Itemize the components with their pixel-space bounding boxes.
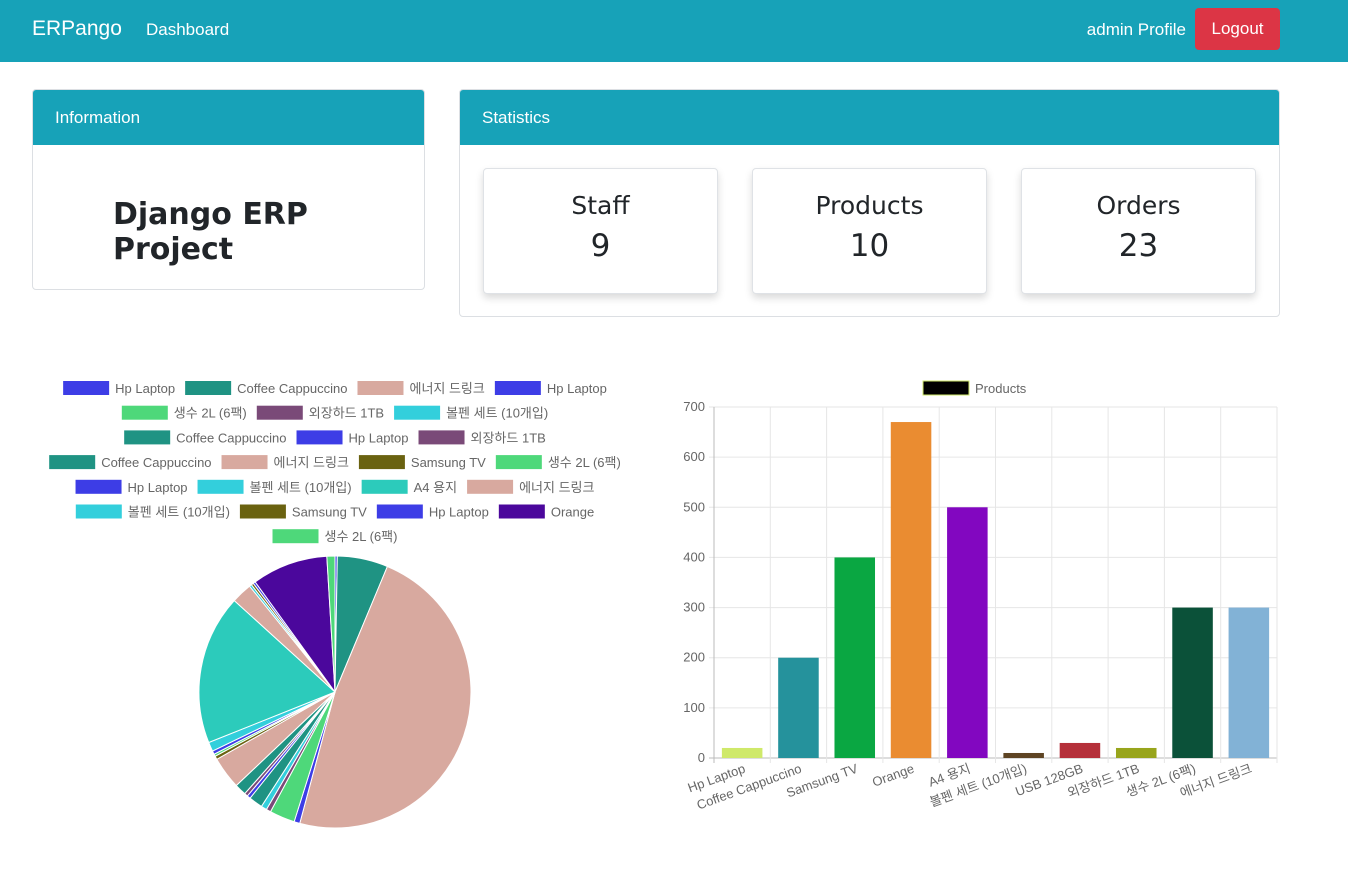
pie-legend-swatch[interactable] — [197, 479, 244, 494]
pie-legend-label: 볼펜 세트 (10개입) — [446, 406, 548, 421]
bar-y-tick-label: 300 — [683, 600, 705, 615]
statistics-card-header: Statistics — [460, 90, 1279, 145]
stat-products-value: 10 — [849, 228, 890, 264]
bar-y-ticks: 0 100 200 300 400 500 600 700 — [683, 399, 705, 765]
pie-legend-swatch[interactable] — [49, 455, 96, 470]
bar[interactable] — [1172, 607, 1213, 758]
pie-legend-swatch[interactable] — [498, 504, 545, 519]
pie-legend-swatch[interactable] — [63, 381, 110, 395]
information-card: Information Django ERP Project — [32, 89, 425, 290]
pie-legend-label: A4 용지 — [414, 480, 457, 495]
bar-x-tick-label: Orange — [870, 761, 916, 790]
pie-legend-swatch[interactable] — [296, 430, 343, 445]
stat-orders-value: 23 — [1118, 228, 1159, 264]
stat-orders: Orders 23 — [1021, 168, 1256, 294]
stat-products-label: Products — [815, 191, 924, 220]
pie-legend-label: Samsung TV — [411, 455, 486, 470]
bar[interactable] — [1059, 742, 1101, 758]
profile-link[interactable]: admin Profile — [1087, 20, 1186, 40]
bar[interactable] — [890, 422, 932, 758]
nav-dashboard-link[interactable]: Dashboard — [146, 20, 229, 40]
pie-legend-label: Hp Laptop — [128, 480, 188, 495]
pie-legend-swatch[interactable] — [494, 381, 541, 395]
pie-legend-swatch[interactable] — [418, 430, 465, 445]
pie-legend-label: 생수 2L (6팩) — [325, 529, 398, 544]
pie-legend-swatch[interactable] — [394, 405, 441, 420]
pie-legend-label: 에너지 드링크 — [274, 455, 349, 470]
brand-logo[interactable]: ERPango — [32, 17, 122, 41]
statistics-card: Statistics Staff 9 Products 10 Orders 23 — [459, 89, 1280, 317]
pie-legend-swatch[interactable] — [256, 405, 303, 420]
bar-y-tick-label: 600 — [683, 449, 705, 464]
pie-legend-swatch[interactable] — [221, 455, 268, 470]
pie-legend-label: 외장하드 1TB — [471, 430, 546, 445]
pie-legend-label: 볼펜 세트 (10개입) — [250, 480, 352, 495]
orders-pie-chart: Hp Laptop Coffee Cappuccino 에너지 드링크 Hp Lapt… — [49, 381, 621, 829]
stat-orders-label: Orders — [1096, 191, 1181, 220]
pie-legend-label: 생수 2L (6팩) — [174, 406, 247, 421]
pie-legend-swatch[interactable] — [185, 381, 232, 395]
project-title: Django ERP Project — [113, 197, 308, 267]
bar[interactable] — [834, 557, 876, 758]
pie-legend-swatch[interactable] — [272, 529, 319, 544]
logout-button[interactable]: Logout — [1195, 8, 1280, 50]
bar-y-tick-label: 100 — [683, 700, 705, 715]
pie-slices — [198, 555, 472, 829]
pie-legend-label: Hp Laptop — [349, 430, 409, 445]
pie-legend-swatch[interactable] — [239, 504, 286, 519]
pie-legend-label: Coffee Cappuccino — [176, 430, 286, 445]
pie-legend-label: 외장하드 1TB — [309, 406, 384, 421]
bar[interactable] — [1115, 747, 1157, 758]
bar[interactable] — [1003, 752, 1044, 758]
legend-swatch-products — [922, 380, 970, 396]
pie-legend: Hp Laptop Coffee Cappuccino 에너지 드링크 Hp Lapt… — [49, 381, 621, 544]
pie-legend-label: Coffee Cappuccino — [237, 381, 347, 396]
legend-label-products: Products — [975, 381, 1027, 396]
pie-legend-label: Hp Laptop — [429, 505, 489, 520]
pie-legend-swatch[interactable] — [357, 381, 404, 395]
stat-staff-label: Staff — [571, 191, 630, 220]
bar[interactable] — [778, 657, 819, 758]
pie-legend-label: Hp Laptop — [115, 381, 175, 396]
pie-legend-label: 볼펜 세트 (10개입) — [128, 505, 230, 520]
bar-y-tick-label: 700 — [683, 399, 705, 414]
bar-y-tick-label: 200 — [683, 650, 705, 665]
pie-legend-swatch[interactable] — [75, 504, 122, 519]
pie-legend-swatch[interactable] — [121, 405, 168, 420]
navbar: ERPango Dashboard admin Profile Logout — [0, 0, 1348, 62]
pie-legend-swatch[interactable] — [75, 479, 122, 494]
bar-x-ticks: Hp LaptopCoffee CappuccinoSamsung TV Oran… — [686, 761, 1254, 813]
pie-legend-swatch[interactable] — [124, 430, 171, 445]
bar[interactable] — [947, 507, 988, 758]
pie-legend-swatch[interactable] — [495, 455, 542, 470]
information-card-header: Information — [33, 90, 424, 145]
bar-y-tick-label: 400 — [683, 549, 705, 564]
pie-legend-swatch[interactable] — [361, 479, 408, 494]
pie-legend-label: Coffee Cappuccino — [101, 455, 211, 470]
pie-legend-label: 생수 2L (6팩) — [548, 455, 621, 470]
stat-staff: Staff 9 — [483, 168, 718, 294]
pie-legend-label: 에너지 드링크 — [409, 381, 484, 396]
bar[interactable] — [1228, 607, 1270, 758]
bar-y-tick-label: 0 — [698, 750, 705, 765]
stat-products: Products 10 — [752, 168, 987, 294]
pie-legend-swatch[interactable] — [358, 455, 405, 470]
pie-legend-label: Orange — [551, 505, 594, 520]
stat-staff-value: 9 — [590, 228, 611, 264]
bar-y-tick-label: 500 — [683, 499, 705, 514]
bar[interactable] — [721, 747, 763, 758]
pie-legend-label: Hp Laptop — [547, 381, 607, 396]
pie-legend-label: Samsung TV — [292, 505, 367, 520]
products-bar-chart: Products 0 100 200 300 400 500 600 700 Hp Lapto… — [683, 380, 1278, 813]
pie-legend-swatch[interactable] — [467, 479, 514, 494]
bar-legend: Products — [922, 380, 1027, 396]
pie-legend-swatch[interactable] — [376, 504, 423, 519]
pie-legend-label: 에너지 드링크 — [519, 480, 594, 495]
